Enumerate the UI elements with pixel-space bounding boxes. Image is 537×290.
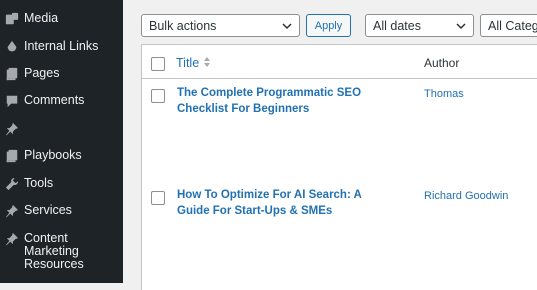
apply-button[interactable]: Apply [306, 14, 351, 37]
date-filter-value: All dates [373, 18, 421, 33]
pin-icon [0, 122, 24, 136]
column-title-header[interactable]: Title [176, 56, 199, 70]
row-checkbox[interactable] [151, 89, 165, 103]
sidebar-item-label: Playbooks [24, 148, 82, 162]
sidebar-item-label: Comments [24, 93, 85, 107]
post-title-link[interactable]: How To Optimize For AI Search: A Guide F… [177, 187, 377, 219]
sidebar-item-label: Pages [24, 66, 60, 80]
sidebar-item-pinned[interactable] [0, 122, 123, 136]
bulk-actions-value: Bulk actions [149, 18, 217, 33]
sort-icon[interactable] [203, 56, 211, 68]
sidebar-item-services[interactable]: Services [0, 204, 123, 218]
posts-table: Title Author The Complete Programmatic S… [141, 44, 537, 290]
chevron-down-icon [282, 23, 292, 30]
row-checkbox[interactable] [151, 191, 165, 205]
comments-icon [0, 94, 24, 108]
sidebar-item-media[interactable]: Media [0, 12, 123, 26]
sidebar-item-label: Media [24, 11, 59, 25]
header-divider [142, 78, 537, 79]
sidebar-item-comments[interactable]: Comments [0, 94, 123, 108]
sidebar-item-label: Tools [24, 176, 54, 190]
column-author-header: Author [424, 56, 460, 70]
sidebar-item-label: Content Marketing Resources [24, 231, 84, 271]
posts-list-area: Bulk actions Apply All dates All Catego … [123, 0, 537, 290]
category-filter-value: All Catego [488, 18, 537, 33]
post-title-link[interactable]: The Complete Programmatic SEO Checklist … [177, 85, 377, 117]
select-all-checkbox[interactable] [151, 57, 165, 71]
admin-sidebar: Media Internal Links Pages Comments Play… [0, 0, 123, 283]
sidebar-item-label: Internal Links [24, 39, 99, 53]
pin-icon [0, 232, 24, 246]
sidebar-item-label: Services [24, 203, 72, 217]
pin-icon [0, 204, 24, 218]
wrench-icon [0, 177, 24, 191]
chevron-down-icon [456, 23, 466, 30]
link-drop-icon [0, 40, 24, 54]
pages-icon [0, 67, 24, 81]
post-author-link[interactable]: Richard Goodwin [424, 190, 508, 202]
sidebar-item-playbooks[interactable]: Playbooks [0, 149, 123, 163]
sidebar-item-content-marketing-resources[interactable]: Content Marketing Resources [0, 232, 123, 271]
post-author-link[interactable]: Thomas [424, 88, 464, 100]
media-icon [0, 12, 24, 26]
category-filter-select[interactable]: All Catego [480, 14, 537, 37]
bulk-actions-select[interactable]: Bulk actions [141, 14, 300, 37]
sidebar-item-internal-links[interactable]: Internal Links [0, 40, 123, 54]
pages-icon [0, 149, 24, 163]
sidebar-item-tools[interactable]: Tools [0, 177, 123, 191]
date-filter-select[interactable]: All dates [365, 14, 474, 37]
sidebar-item-pages[interactable]: Pages [0, 67, 123, 81]
